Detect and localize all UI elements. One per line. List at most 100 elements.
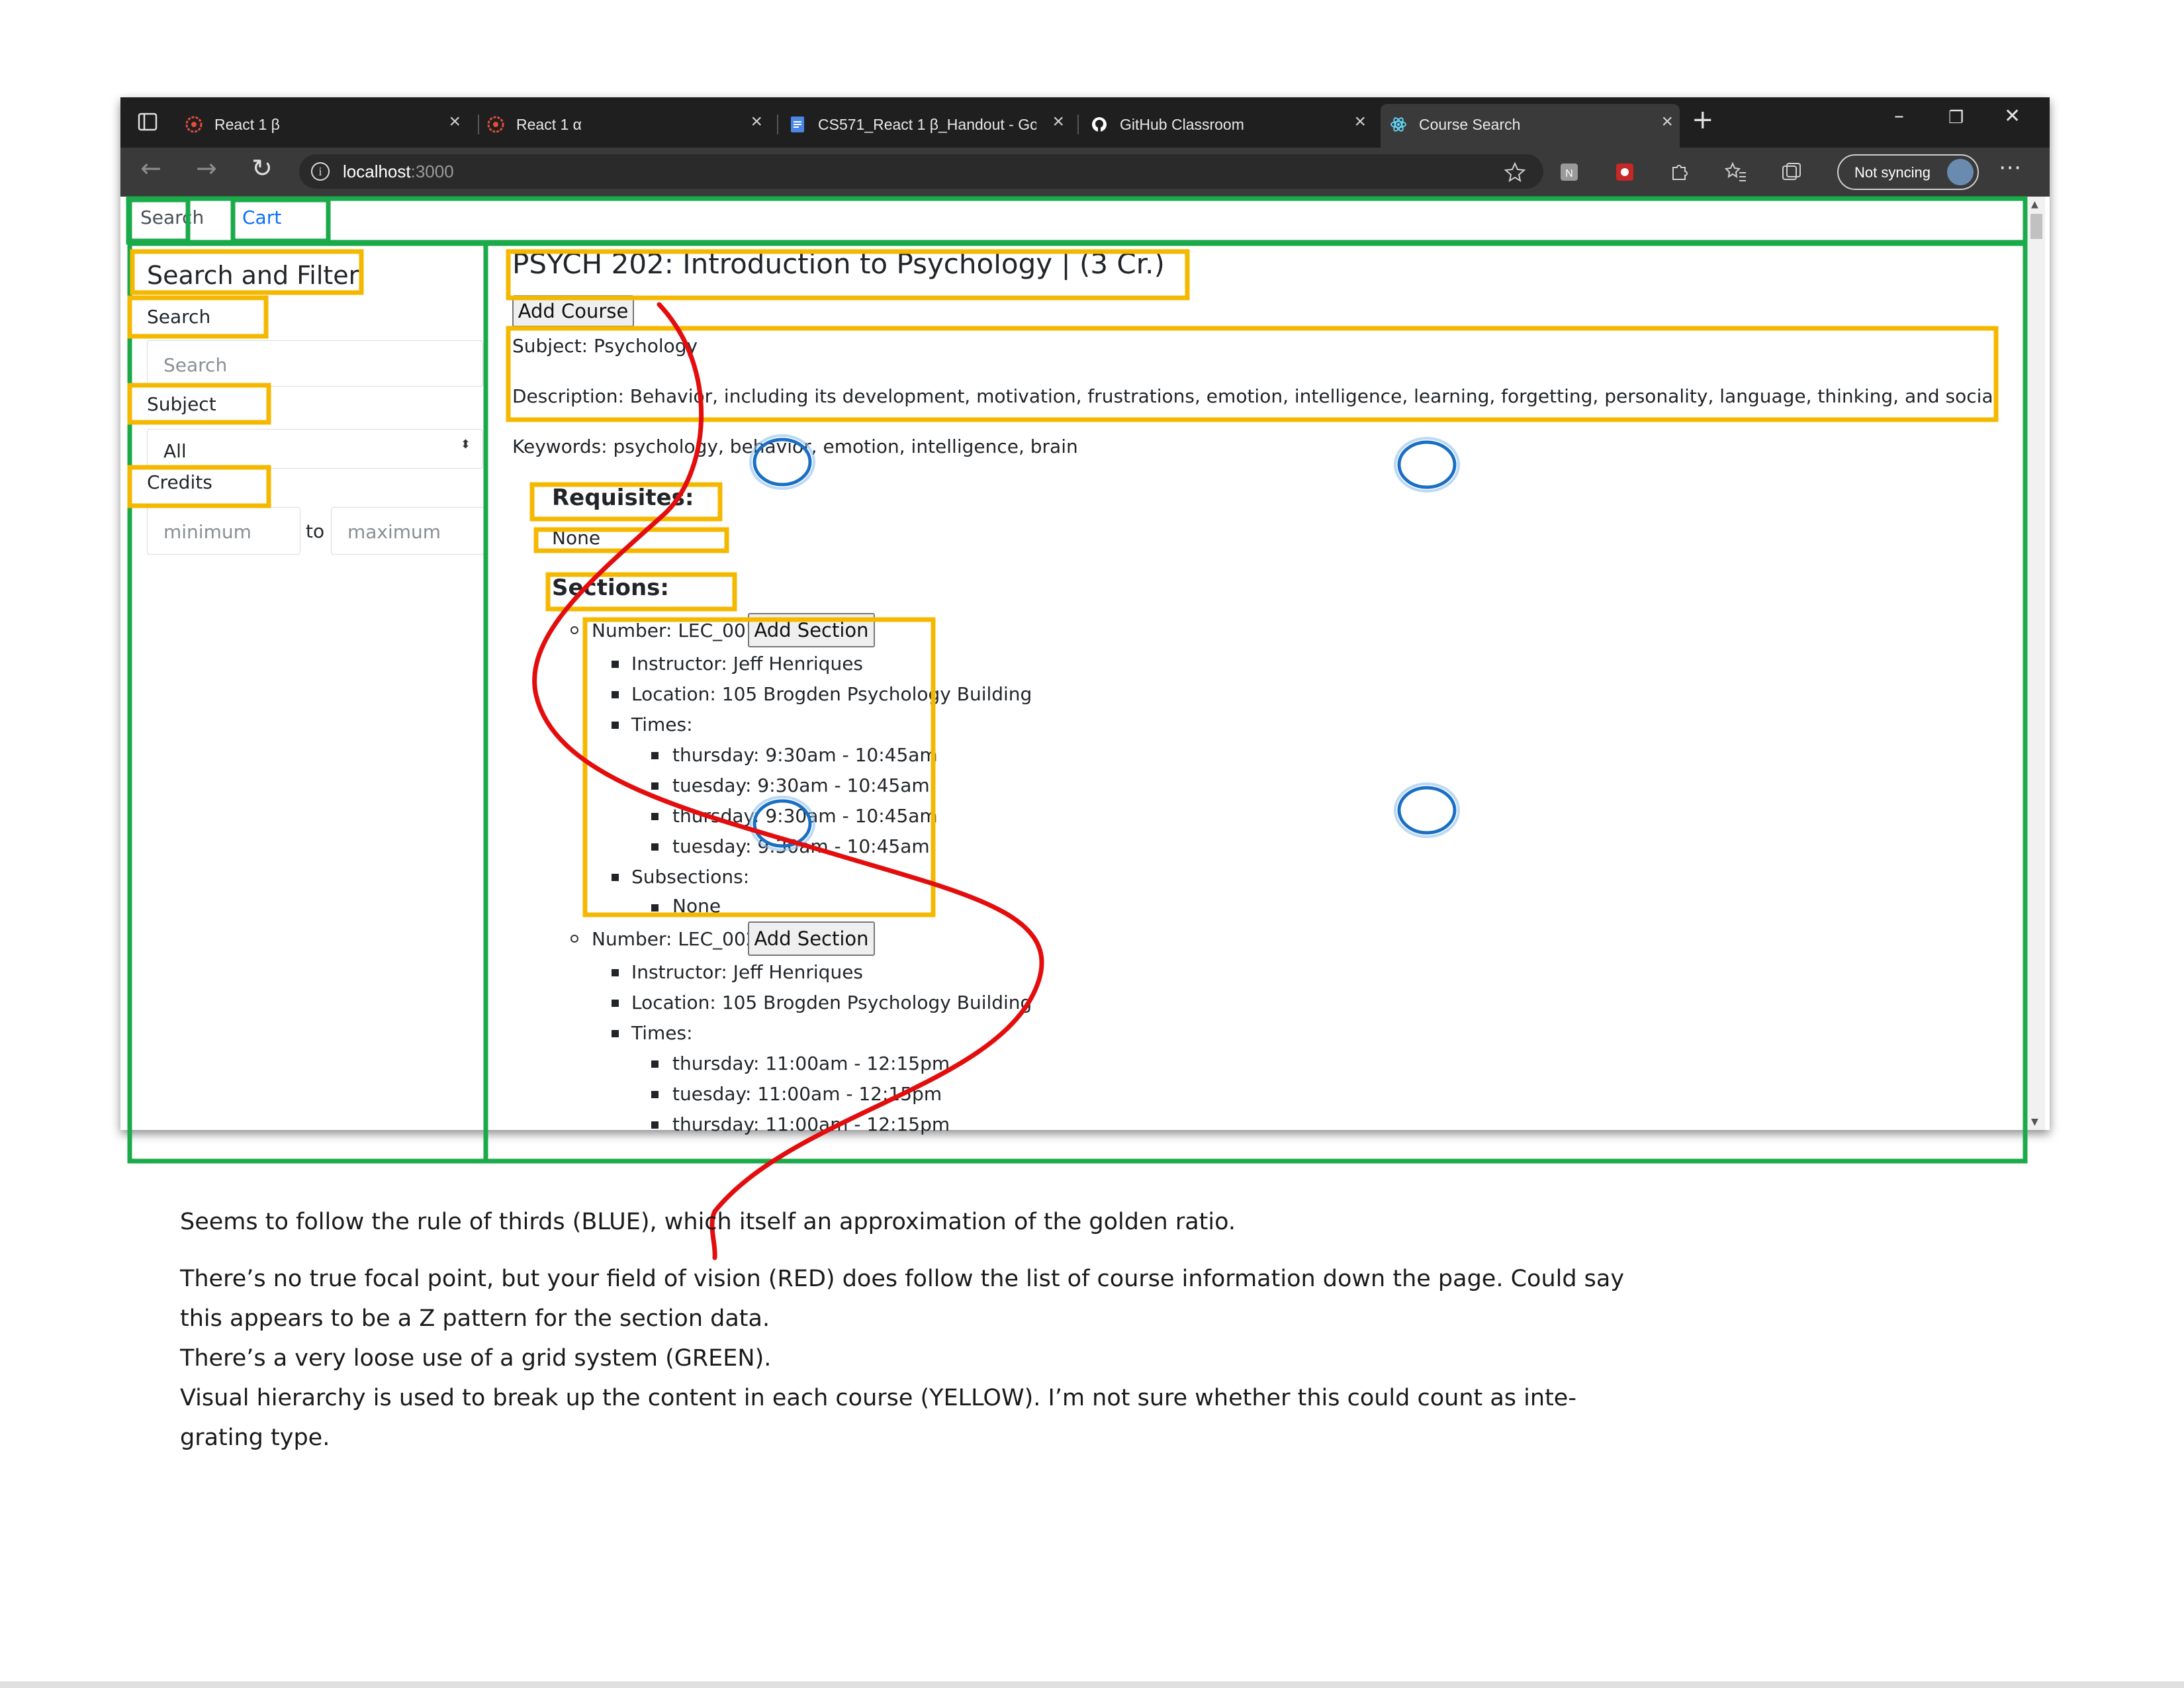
to-label: to [306,520,325,542]
course-description: Description: Behavior, including its dev… [512,385,1992,407]
new-tab-button[interactable]: + [1692,107,1714,133]
note-line: this appears to be a Z pattern for the s… [180,1305,770,1332]
list-bullet [651,1060,659,1068]
chevron-updown-icon: ⬍ [460,438,471,451]
tab-label: React 1 β [214,116,280,133]
credits-max-input[interactable]: maximum [331,507,484,555]
add-section-button[interactable]: Add Section [748,921,875,956]
github-icon [1092,117,1107,132]
tab-github-classroom[interactable]: GitHub Classroom × [1081,104,1373,144]
add-course-button[interactable]: Add Course [512,295,634,327]
extension-icon[interactable]: N [1558,161,1580,183]
section-times-label: Times: [631,1022,693,1044]
favorites-icon[interactable] [1725,161,1747,183]
list-bullet [612,661,619,668]
close-window-icon[interactable]: ✕ [2004,107,2021,126]
close-icon[interactable]: × [1052,112,1064,132]
sidebar-toggle-icon[interactable] [136,111,159,133]
section-instructor: Instructor: Jeff Henriques [631,961,864,983]
close-icon[interactable]: × [449,112,461,132]
profile-button[interactable]: Not syncing [1837,154,1979,190]
section-number: Number: LEC_002 [592,928,758,950]
document-page: React 1 β × React 1 α × CS571_React 1 β_… [0,0,2184,1688]
info-icon[interactable]: i [311,162,330,181]
tab-bar: React 1 β × React 1 α × CS571_React 1 β_… [120,97,2050,148]
url-text: localhost:3000 [343,162,454,181]
requisites-value: None [552,527,601,549]
sidebar-heading: Search and Filter [147,261,359,290]
list-bullet [651,782,659,790]
tab-divider [777,115,778,134]
close-icon[interactable]: × [1661,112,1673,132]
vertical-scrollbar[interactable]: ▲ ▼ [2028,197,2045,1130]
tab-handout[interactable]: CS571_React 1 β_Handout - Goo × [780,104,1071,144]
favorite-add-icon[interactable] [1504,161,1526,183]
collections-icon[interactable] [1780,161,1803,183]
scroll-up-icon[interactable]: ▲ [2031,199,2038,210]
tab-label: GitHub Classroom [1120,116,1244,133]
react-icon [1390,117,1406,132]
google-docs-icon [791,117,804,132]
scrollbar-thumb[interactable] [2030,214,2042,239]
more-menu-icon[interactable]: ⋯ [1999,154,2021,181]
section-time: thursday: 11:00am - 12:15pm [672,1053,950,1074]
restore-icon[interactable]: ❐ [1948,109,1964,126]
course-title: PSYCH 202: Introduction to Psychology | … [512,248,1165,280]
close-icon[interactable]: × [1354,112,1366,132]
reload-icon[interactable]: ↻ [251,156,273,181]
browser-toolbar: ← → ↻ i localhost:3000 N Not syncing ⋯ [120,148,2050,197]
puzzle-extensions-icon[interactable] [1668,161,1690,183]
list-bullet [612,691,619,698]
credits-min-input[interactable]: minimum [147,507,300,555]
address-bar[interactable]: i localhost:3000 [299,154,1543,189]
tab-react-alpha[interactable]: React 1 α × [478,104,769,144]
list-bullet [612,722,619,729]
nav-tab-search[interactable]: Search [140,207,204,228]
section-time: tuesday: 9:30am - 10:45am [672,835,930,857]
section-time: thursday: 9:30am - 10:45am [672,805,938,827]
section-location: Location: 105 Brogden Psychology Buildin… [631,992,1032,1013]
note-line: There’s no true focal point, but your fi… [180,1266,1625,1292]
sections-heading: Sections: [552,575,670,601]
back-arrow-icon[interactable]: ← [140,156,161,181]
forward-arrow-icon[interactable]: → [196,156,217,181]
page-bottom-edge [0,1681,2184,1688]
scroll-down-icon[interactable]: ▼ [2031,1117,2038,1127]
list-bullet [570,626,578,634]
list-bullet [651,1121,659,1129]
profile-label: Not syncing [1854,164,1931,181]
tab-label: React 1 α [516,116,582,133]
list-bullet [651,1091,659,1098]
course-keywords: Keywords: psychology, behavior, emotion,… [512,436,1078,457]
list-bullet [612,969,619,976]
section-times-label: Times: [631,714,693,735]
list-bullet [612,874,619,881]
tab-react-beta[interactable]: React 1 β × [176,104,467,144]
avatar [1947,159,1974,185]
section-time: tuesday: 11:00am - 12:15pm [672,1083,942,1105]
section-instructor: Instructor: Jeff Henriques [631,653,864,675]
tab-course-search[interactable]: Course Search × [1381,104,1680,148]
subject-label: Subject [147,393,216,415]
tab-label: CS571_React 1 β_Handout - Goo [818,116,1036,133]
note-line: There’s a very loose use of a grid syste… [180,1345,772,1372]
list-bullet [612,1000,619,1007]
search-input[interactable]: Search [147,340,483,387]
tab-divider [1077,115,1079,134]
section-time: tuesday: 9:30am - 10:45am [672,774,930,796]
subject-select[interactable]: All ⬍ [147,429,483,469]
nav-tab-cart[interactable]: Cart [242,207,281,228]
add-section-button[interactable]: Add Section [748,613,875,647]
list-bullet [651,904,659,912]
list-bullet [612,1030,619,1037]
minimize-icon[interactable]: – [1894,107,1904,126]
section-subsections-label: Subsections: [631,866,750,888]
react-icon [487,116,504,133]
close-icon[interactable]: × [751,112,762,132]
note-line: Seems to follow the rule of thirds (BLUE… [180,1209,1236,1235]
section-number: Number: LEC_001 [592,620,758,641]
extension-red-icon[interactable] [1614,161,1636,183]
requisites-heading: Requisites: [552,485,694,511]
credits-label: Credits [147,471,212,493]
search-label: Search [147,306,211,328]
